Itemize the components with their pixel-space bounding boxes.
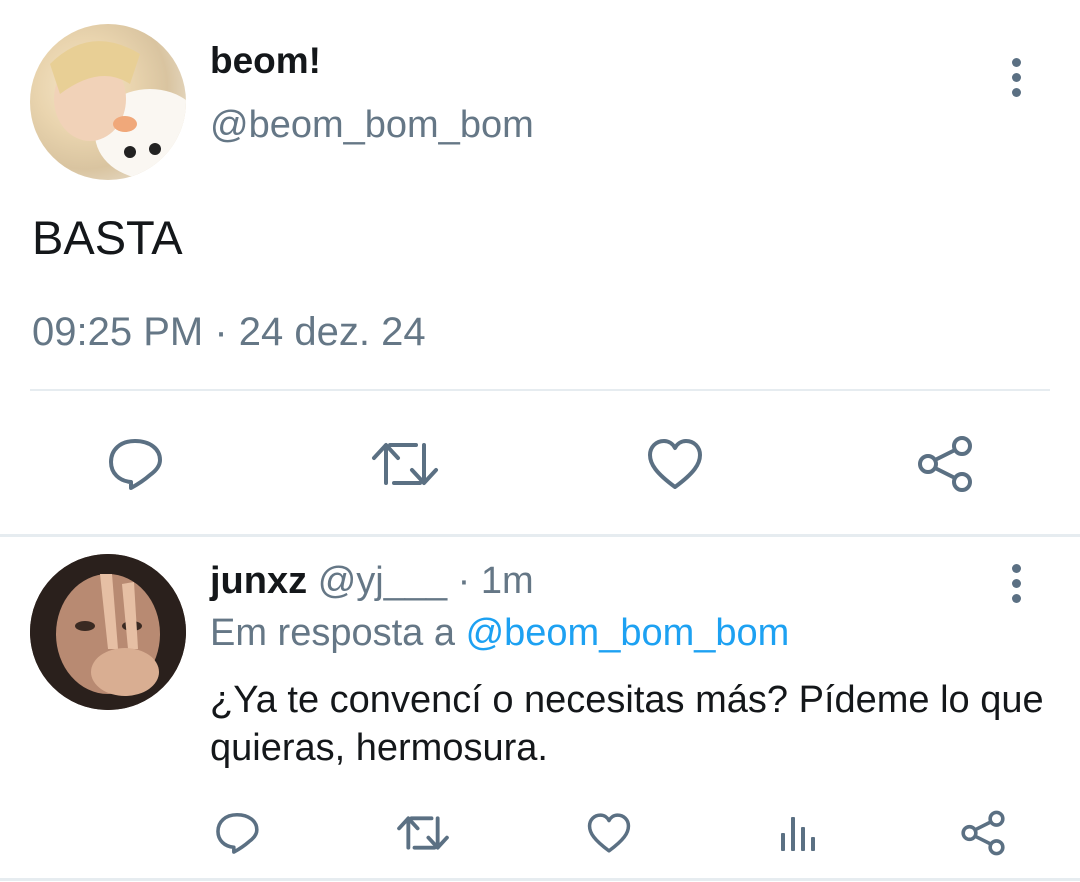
section-divider: [0, 534, 1080, 537]
analytics-bars-icon: [781, 817, 815, 851]
heart-icon: [587, 813, 631, 853]
more-vertical-icon[interactable]: [1010, 564, 1022, 609]
tweet-date: 24 dez. 24: [238, 310, 426, 354]
reply-prefix: Em resposta a: [210, 612, 455, 654]
tweet-time: 09:25 PM: [32, 310, 204, 354]
analytics-button[interactable]: [770, 806, 824, 860]
reply-age: 1m: [480, 560, 534, 602]
reply-mention-link[interactable]: @beom_bom_bom: [466, 612, 790, 654]
tweet-text: BASTA: [32, 211, 183, 264]
divider: [30, 389, 1050, 391]
avatar-image: [50, 41, 186, 179]
avatar-reply-user[interactable]: [30, 554, 186, 710]
share-icon: [961, 810, 1005, 856]
retweet-button[interactable]: [368, 432, 442, 496]
comment-bubble-icon: [216, 812, 259, 854]
retweet-icon: [372, 443, 438, 485]
reply-header: junxz @yj___ · 1m: [210, 560, 534, 603]
like-button[interactable]: [642, 432, 708, 496]
reply-share-button[interactable]: [956, 806, 1010, 860]
avatar-image: [30, 554, 186, 710]
reply-reply-button[interactable]: [210, 806, 264, 860]
reply-text: ¿Ya te convencí o necesitas más? Pídeme …: [210, 679, 1044, 769]
user-handle[interactable]: @beom_bom_bom: [210, 104, 534, 147]
reply-button[interactable]: [100, 432, 170, 496]
meta-separator: ·: [214, 310, 228, 354]
avatar-main-user[interactable]: [30, 24, 186, 180]
section-divider: [0, 878, 1080, 881]
comment-bubble-icon: [109, 439, 162, 490]
share-icon: [918, 436, 972, 492]
replying-to: Em resposta a @beom_bom_bom: [210, 612, 789, 655]
more-vertical-icon[interactable]: [1010, 58, 1022, 103]
retweet-icon: [397, 816, 449, 850]
reply-like-button[interactable]: [582, 806, 636, 860]
reply-user-handle[interactable]: @yj___: [318, 560, 447, 602]
meta-separator: ·: [457, 560, 471, 602]
reply-retweet-button[interactable]: [394, 806, 452, 860]
tweet-timestamp: 09:25 PM · 24 dez. 24: [32, 310, 426, 355]
heart-icon: [648, 439, 702, 489]
share-button[interactable]: [912, 432, 978, 496]
reply-display-name[interactable]: junxz: [210, 560, 307, 602]
display-name[interactable]: beom!: [210, 40, 321, 82]
